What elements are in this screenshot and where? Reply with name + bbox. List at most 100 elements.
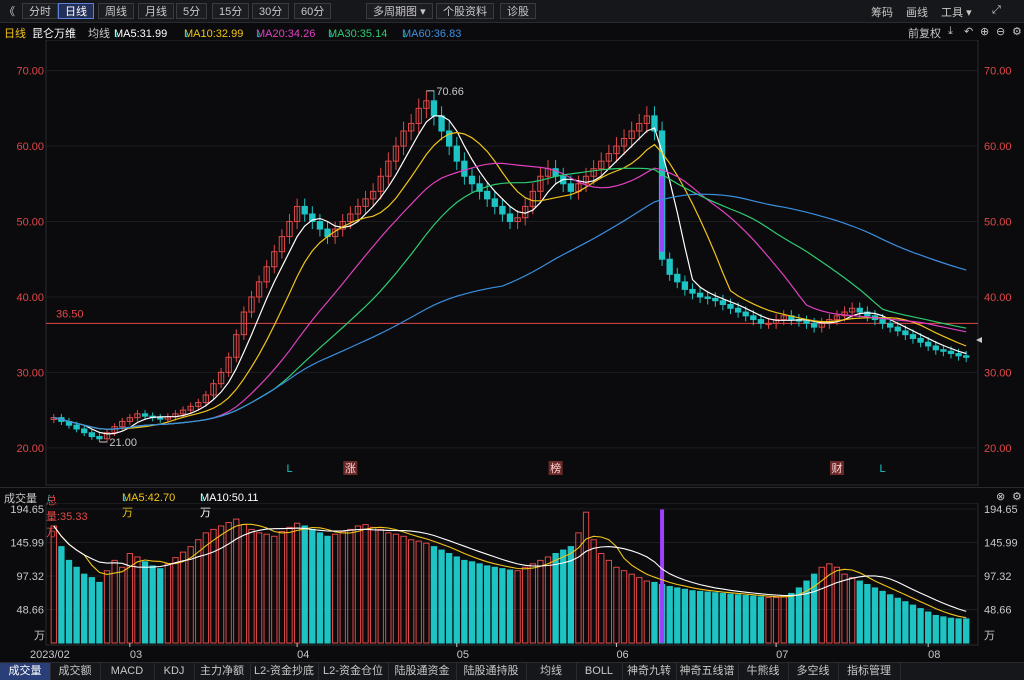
indicator-tab-1[interactable]: 成交额 [50,663,101,680]
period-tab-4[interactable]: 5分 [176,3,208,19]
period-tab-0[interactable]: 分时 [22,3,58,19]
volume-bar [286,526,293,644]
candle [803,315,810,329]
candle [126,414,133,425]
volume-bar [73,566,80,644]
period-tab-2[interactable]: 周线 [98,3,134,19]
volume-bar [940,616,947,644]
back-button[interactable]: 《 [4,3,15,19]
volume-bar [506,569,514,644]
candle [856,302,863,318]
stock-info-button[interactable]: 个股资料 [436,3,494,19]
volume-unit-left: 万 [34,630,45,642]
volume-bar [438,549,445,644]
candle [263,260,270,289]
candle-body [887,322,894,328]
download-icon[interactable]: ⤓ [948,25,953,38]
volume-bar [430,546,438,644]
highlight-volume-bar [660,509,665,643]
candle [864,306,871,322]
indicator-tab-5[interactable]: L2-资金抄底 [250,663,319,680]
candle [438,106,445,141]
price-tick-left: 70.00 [16,66,44,78]
indicator-tab-12[interactable]: 神奇五线谱 [676,663,739,680]
period-tab-6[interactable]: 30分 [252,3,290,19]
volume-bar [499,568,506,644]
candle-body [491,198,498,207]
tools-button[interactable]: 工具 ▾ [941,4,972,20]
indicator-tab-10[interactable]: BOLL [576,663,623,680]
chips-button[interactable]: 筹码 [871,4,893,20]
indicator-tab-0[interactable]: 成交量 [0,663,51,680]
price-tick-left: 40.00 [16,292,44,304]
ma10-line [53,131,967,430]
candle-body [567,183,574,192]
candle [134,410,141,422]
multi-period-label: 多周期图 [373,6,417,18]
candle-body [902,330,909,336]
settings-icon[interactable]: ⚙ [1012,490,1022,503]
indicator-tab-15[interactable]: 指标管理 [838,663,901,680]
volume-bar [909,604,917,644]
volume-bar [887,594,894,644]
volume-chart[interactable]: 194.65 194.65 145.99 145.99 97.32 97.32 48.66 4… [0,503,1024,662]
volume-bar [225,522,232,644]
volume-bar [81,573,88,644]
candle [316,213,324,237]
candle-body [947,350,955,355]
candle [453,137,460,170]
ma-label[interactable]: 均线 [88,25,110,41]
candle [506,206,514,230]
volume-bar [324,535,331,644]
volume-bar [963,618,970,644]
volume-bar [103,570,111,644]
volume-bar [202,532,210,644]
candle-body [499,205,506,215]
zoom-out-icon[interactable]: ⊖ [996,25,1005,38]
price-tick-left: 60.00 [16,141,44,153]
volume-bar [894,597,901,644]
indicator-tab-9[interactable]: 均线 [526,663,577,680]
indicator-tab-8[interactable]: 陆股通持股 [456,663,527,680]
indicator-tab-11[interactable]: 神奇九转 [622,663,677,680]
zoom-in-icon[interactable]: ⊕ [980,25,989,38]
period-tab-5[interactable]: 15分 [212,3,250,19]
candle-body [810,322,818,328]
volume-bar [187,546,194,644]
draw-line-button[interactable]: 画线 [906,4,928,20]
volume-bar [590,539,597,644]
indicator-tab-4[interactable]: 主力净额 [194,663,251,680]
arrow-down-icon: ↓ [328,28,334,40]
undo-icon[interactable]: ↶ [964,25,973,38]
indicator-tab-3[interactable]: KDJ [154,663,195,680]
close-icon[interactable]: ⊗ [996,490,1005,503]
stock-name: 昆仑万维 [32,28,76,40]
candle-body [696,292,704,298]
period-tab-7[interactable]: 60分 [294,3,332,19]
period-tab-3[interactable]: 月线 [138,3,174,19]
candle-body [719,300,727,305]
volume-bar [453,556,460,644]
multi-period-button[interactable]: 多周期图 ▾ [366,3,433,19]
fullscreen-icon[interactable]: ⤢ [992,4,1001,17]
period-tab-1[interactable]: 日线 [58,3,94,19]
candle-body [438,115,445,132]
volume-bar [157,568,164,644]
volume-bar [392,533,400,644]
indicator-tab-2[interactable]: MACD [100,663,155,680]
diagnose-button[interactable]: 诊股 [500,3,536,19]
date-tick: 06 [616,649,628,661]
candle-body [742,311,749,317]
candlestick-chart[interactable]: 70.00 70.00 60.00 60.00 50.00 50.00 40.00 40.00… [0,40,1024,487]
volume-bar [217,525,225,644]
volume-bar [141,561,149,644]
indicator-tab-13[interactable]: 牛熊线 [738,663,789,680]
indicator-tab-14[interactable]: 多空线 [788,663,839,680]
adjust-button[interactable]: 前复权 [908,25,941,41]
indicator-tab-7[interactable]: 陆股通资金 [388,663,457,680]
settings-icon[interactable]: ⚙ [1012,25,1022,38]
volume-tick-left: 48.66 [16,605,44,617]
candle-body [856,307,863,313]
indicator-tab-6[interactable]: L2-资金仓位 [318,663,389,680]
ma60-text: MA60:36.83 [402,28,462,40]
